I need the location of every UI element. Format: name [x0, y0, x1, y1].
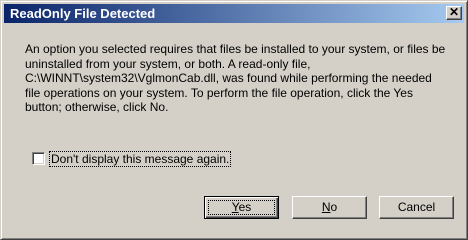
readonly-dialog: ReadOnly File Detected ✕ An option you s…	[0, 0, 468, 240]
title-bar[interactable]: ReadOnly File Detected ✕	[4, 4, 464, 23]
cancel-button[interactable]: Cancel	[379, 196, 454, 219]
window-title: ReadOnly File Detected	[10, 6, 156, 21]
dialog-message: An option you selected requires that fil…	[25, 42, 446, 115]
yes-mnemonic: Y	[231, 200, 239, 214]
cancel-label: Cancel	[397, 200, 436, 214]
no-button[interactable]: No	[292, 196, 367, 219]
close-button[interactable]: ✕	[446, 6, 462, 20]
yes-button[interactable]: Yes	[204, 196, 279, 219]
no-label-rest: o	[330, 200, 338, 214]
dont-display-again-checkbox[interactable]	[32, 152, 45, 165]
close-icon: ✕	[448, 5, 460, 19]
dont-display-again-label[interactable]: Don't display this message again.	[49, 151, 232, 167]
yes-label-rest: es	[238, 200, 252, 214]
